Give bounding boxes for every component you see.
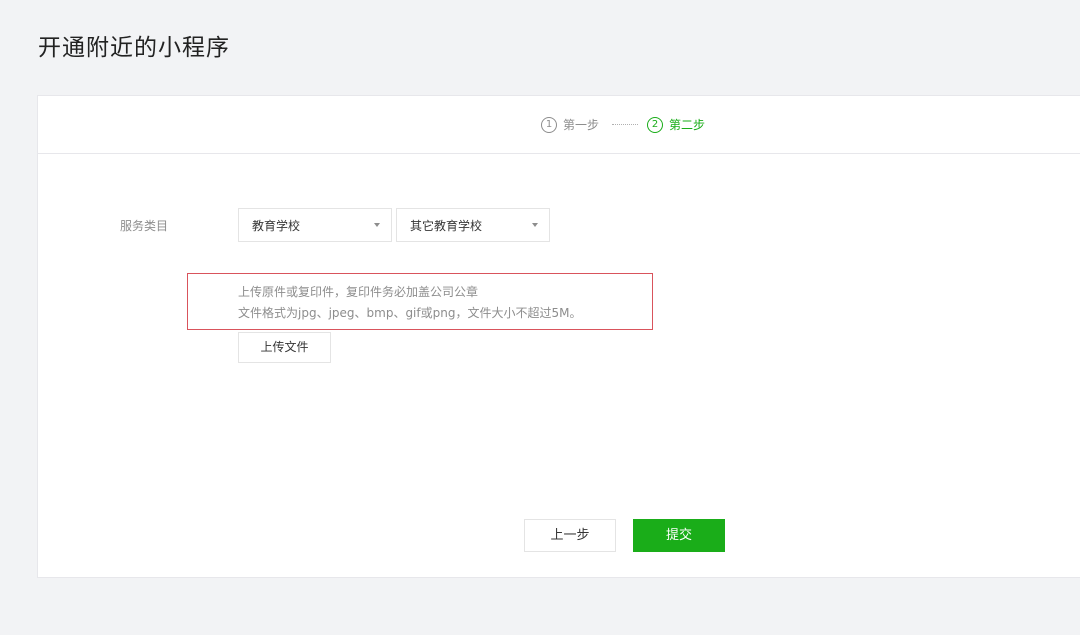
upload-file-button[interactable]: 上传文件 (238, 332, 331, 363)
step-2-label: 第二步 (669, 118, 706, 132)
step-2-number: 2 (647, 116, 663, 133)
caret-down-icon (374, 223, 380, 227)
upload-tip-line-1: 上传原件或复印件，复印件务必加盖公司公章 (238, 285, 479, 299)
step-2: 2 第二步 (647, 116, 705, 133)
main-panel: 1 第一步 2 第二步 服务类目 教育学校 其它教育学校 上传原件或复印件，复印… (37, 95, 1080, 578)
page-title: 开通附近的小程序 (38, 35, 230, 61)
category-secondary-select[interactable]: 其它教育学校 (396, 208, 550, 242)
step-indicator: 1 第一步 2 第二步 (38, 96, 1080, 154)
upload-tip-highlight (187, 273, 653, 330)
caret-down-icon (532, 223, 538, 227)
step-connector (612, 124, 638, 125)
step-1-label: 第一步 (563, 118, 600, 132)
step-1: 1 第一步 (541, 116, 599, 133)
upload-tip-line-2: 文件格式为jpg、jpeg、bmp、gif或png，文件大小不超过5M。 (238, 306, 582, 320)
prev-step-button[interactable]: 上一步 (524, 519, 616, 552)
submit-button[interactable]: 提交 (633, 519, 725, 552)
service-category-label: 服务类目 (120, 219, 169, 233)
category-primary-select[interactable]: 教育学校 (238, 208, 392, 242)
category-secondary-value: 其它教育学校 (410, 218, 483, 233)
category-primary-value: 教育学校 (252, 218, 301, 233)
step-1-number: 1 (541, 116, 557, 133)
